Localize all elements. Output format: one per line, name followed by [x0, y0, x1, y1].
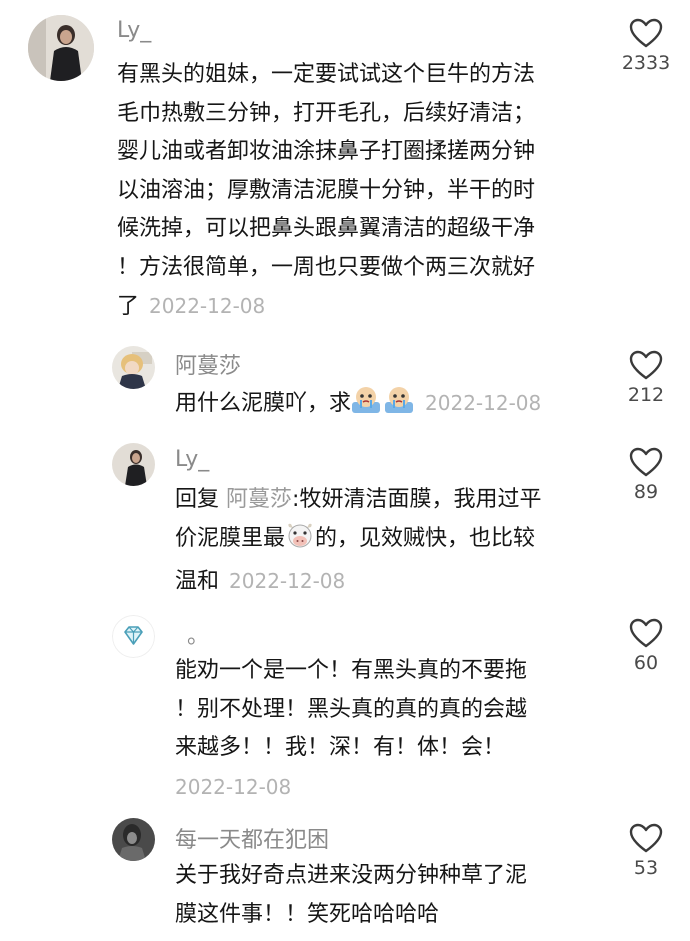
- reply-to-username[interactable]: 阿蔓莎: [226, 487, 292, 512]
- comment-line: 膜这件事！！笑死哈哈哈哈: [175, 901, 440, 927]
- heart-outline-icon: [629, 823, 663, 853]
- comment-line: 温和: [175, 569, 220, 594]
- comment-username[interactable]: Ly_: [117, 18, 151, 43]
- like-button[interactable]: 212: [614, 350, 678, 406]
- comment-text: 关于我好奇点进来没两分钟种草了泥 膜这件事！！笑死哈哈哈哈: [175, 857, 605, 934]
- comment-line: 用什么泥膜吖，求: [175, 391, 352, 416]
- comment-username[interactable]: 。: [187, 618, 209, 650]
- comment-username[interactable]: 阿蔓莎: [175, 348, 241, 380]
- avatar[interactable]: [112, 615, 155, 658]
- comment-username[interactable]: Ly_: [175, 447, 209, 472]
- comment-username[interactable]: 每一天都在犯困: [175, 822, 329, 854]
- avatar[interactable]: [112, 818, 155, 861]
- comment-line: :牧妍清洁面膜，我用过平: [292, 487, 542, 512]
- comment-line: 关于我好奇点进来没两分钟种草了泥: [175, 863, 528, 888]
- avatar[interactable]: [112, 346, 155, 389]
- like-count: 89: [633, 481, 659, 503]
- comment-line: 了: [117, 294, 140, 319]
- heart-outline-icon: [629, 18, 663, 48]
- like-button[interactable]: 2333: [614, 18, 678, 74]
- avatar[interactable]: [28, 15, 94, 81]
- comment-date: 2022-12-08: [229, 569, 346, 593]
- comment-line: 婴儿油或者卸妆油涂抹鼻子打圈揉搓两分钟: [117, 139, 536, 164]
- like-button[interactable]: 89: [614, 447, 678, 503]
- heart-outline-icon: [629, 350, 663, 380]
- comment-line: 有黑头的姐妹，一定要试试这个巨牛的方法: [117, 62, 536, 87]
- avatar[interactable]: [112, 443, 155, 486]
- like-button[interactable]: 53: [614, 823, 678, 879]
- comment-text: 回复 阿蔓莎:牧妍清洁面膜，我用过平 价泥膜里最 的，见效贼快，也比较 温和 202…: [175, 481, 605, 602]
- comment-date: 2022-12-08: [149, 294, 266, 318]
- comment-line: 价泥膜里最: [175, 525, 286, 551]
- reply-prefix: 回复: [175, 487, 220, 512]
- comment-line: 来越多！！我！深！有！体！会！: [175, 735, 506, 760]
- like-count: 53: [633, 857, 659, 879]
- comment-line: ！方法很简单，一周也只要做个两三次就好: [117, 254, 536, 280]
- like-count: 212: [627, 384, 665, 406]
- crying-emoji-icon: [351, 384, 415, 428]
- comment-line: 毛巾热敷三分钟，打开毛孔，后续好清洁；: [117, 100, 536, 126]
- comment-line: 候洗掉，可以把鼻头跟鼻翼清洁的超级干净: [117, 216, 536, 241]
- heart-outline-icon: [629, 618, 663, 648]
- comment-line: 以油溶油；厚敷清洁泥膜十分钟，半干的时: [117, 177, 536, 203]
- comment-date: 2022-12-08: [425, 391, 542, 415]
- heart-outline-icon: [629, 447, 663, 477]
- like-count: 2333: [621, 52, 671, 74]
- cow-emoji-icon: [285, 521, 315, 563]
- comment-text: 用什么泥膜吖，求 2022-12-08: [175, 384, 605, 428]
- comment-date: 2022-12-08: [175, 774, 292, 799]
- comment-text: 有黑头的姐妹，一定要试试这个巨牛的方法 毛巾热敷三分钟，打开毛孔，后续好清洁； …: [117, 56, 607, 327]
- like-count: 60: [633, 652, 659, 674]
- comment-line: 能劝一个是一个！有黑头真的不要拖: [175, 658, 528, 683]
- comment-line: 的，见效贼快，也比较: [315, 525, 536, 551]
- like-button[interactable]: 60: [614, 618, 678, 674]
- comment-text: 能劝一个是一个！有黑头真的不要拖 ！别不处理！黑头真的真的真的会越 来越多！！我…: [175, 652, 605, 807]
- comment-line: ！别不处理！黑头真的真的真的会越: [175, 696, 528, 722]
